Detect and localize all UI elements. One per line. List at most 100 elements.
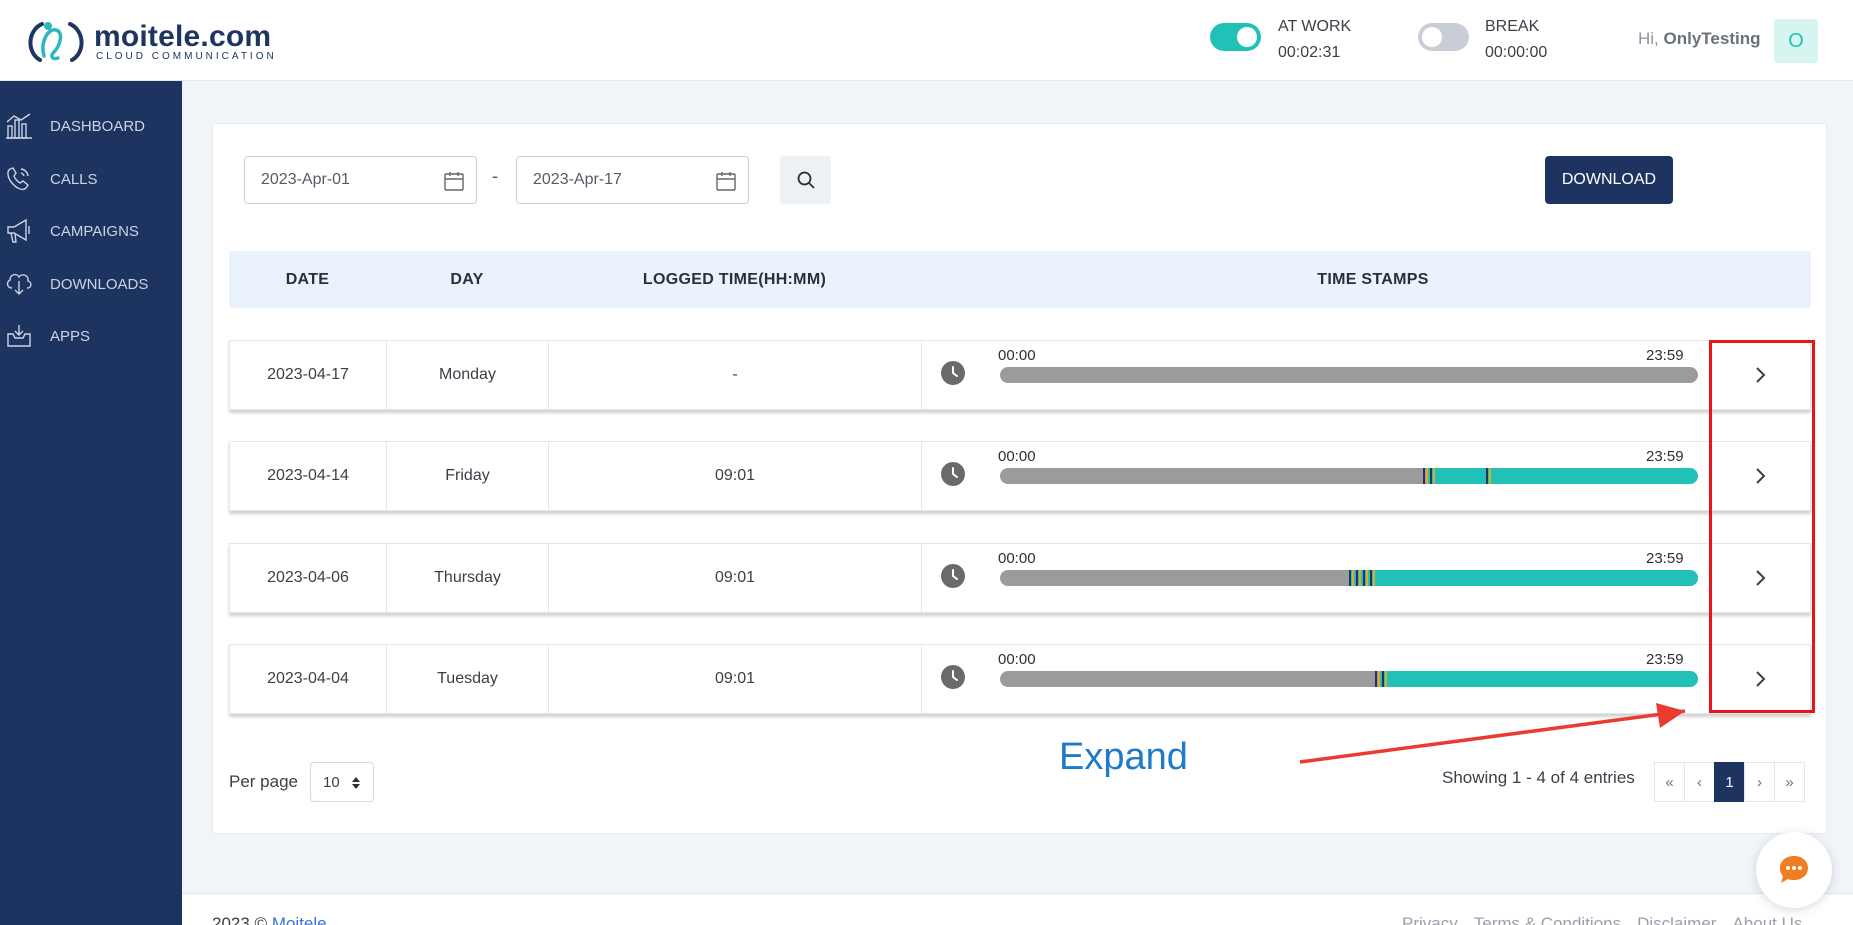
brand-logo[interactable]: moitele.com CLOUD COMMUNICATION	[22, 16, 277, 66]
timeline-marker-dark	[1369, 570, 1372, 586]
timeline-marker-dark	[1485, 468, 1488, 484]
timeline-bar[interactable]	[1000, 367, 1698, 383]
timeline-start-label: 00:00	[998, 550, 1036, 567]
timeline-work-segment	[1349, 570, 1698, 586]
sidebar: DASHBOARD CALLS CAMPAIGNS DOWNLOADS APPS	[0, 81, 182, 925]
prev-page-button[interactable]: ‹	[1684, 762, 1715, 802]
calendar-icon[interactable]	[714, 169, 738, 193]
sidebar-item-downloads[interactable]: DOWNLOADS	[0, 264, 182, 304]
footer-links: Privacy Terms & Conditions Disclaimer Ab…	[1402, 914, 1802, 925]
calendar-icon[interactable]	[442, 169, 466, 193]
timeline-marker	[1385, 671, 1388, 687]
download-button[interactable]: DOWNLOAD	[1545, 156, 1673, 204]
timeline-marker	[1425, 468, 1428, 484]
logged-time-cell: 09:01	[548, 441, 922, 511]
footer-link-disclaimer[interactable]: Disclaimer	[1637, 914, 1716, 925]
next-page-button[interactable]: ›	[1744, 762, 1775, 802]
at-work-time: 00:02:31	[1278, 44, 1341, 61]
timeline-marker	[1372, 570, 1375, 586]
timeline-start-label: 00:00	[998, 448, 1036, 465]
day-cell: Thursday	[386, 543, 549, 613]
footer: 2023 © Moitele Privacy Terms & Condition…	[182, 893, 1853, 925]
from-date-input[interactable]: 2023-Apr-01	[244, 156, 477, 204]
page-button-1[interactable]: 1	[1714, 762, 1745, 802]
sidebar-item-apps[interactable]: APPS	[0, 316, 182, 356]
avatar[interactable]: O	[1774, 19, 1818, 63]
user-greeting: Hi, OnlyTesting	[1638, 29, 1761, 49]
timeline-end-label: 23:59	[1646, 550, 1684, 567]
day-cell: Monday	[386, 340, 549, 410]
per-page-value: 10	[323, 773, 340, 791]
chat-bubble-icon	[1780, 856, 1808, 883]
copyright: 2023 © Moitele	[212, 914, 327, 925]
date-cell: 2023-04-14	[229, 441, 387, 511]
clock-icon	[941, 462, 965, 486]
clock-icon	[941, 665, 965, 689]
column-header-logged: LOGGED TIME(HH:MM)	[642, 270, 827, 288]
to-date-value: 2023-Apr-17	[533, 171, 622, 188]
timeline-marker-dark	[1375, 671, 1378, 687]
timeline-end-label: 23:59	[1646, 651, 1684, 668]
megaphone-icon	[7, 218, 30, 243]
break-toggle[interactable]	[1418, 23, 1469, 51]
user-name: OnlyTesting	[1663, 29, 1761, 48]
timeline-marker-dark	[1422, 468, 1425, 484]
day-cell: Friday	[386, 441, 549, 511]
per-page-label: Per page	[229, 772, 298, 791]
date-cell: 2023-04-17	[229, 340, 387, 410]
table-row: 2023-04-14 Friday 09:01 00:00 23:59	[229, 441, 1811, 511]
search-button[interactable]	[780, 156, 831, 204]
footer-link-about[interactable]: About Us	[1732, 914, 1802, 925]
copyright-text: 2023 ©	[212, 914, 268, 925]
company-link[interactable]: Moitele	[272, 914, 327, 925]
sidebar-item-calls[interactable]: CALLS	[0, 159, 182, 199]
footer-link-privacy[interactable]: Privacy	[1402, 914, 1458, 925]
timeline-marker-dark	[1362, 570, 1365, 586]
sidebar-item-label: CALLS	[50, 170, 98, 188]
at-work-label: AT WORK	[1278, 18, 1352, 35]
timeline-end-label: 23:59	[1646, 347, 1684, 364]
timeline-marker	[1351, 570, 1354, 586]
date-cell: 2023-04-06	[229, 543, 387, 613]
greeting-prefix: Hi,	[1638, 29, 1659, 48]
timeline-bar[interactable]	[1000, 671, 1698, 687]
pagination: « ‹ 1 › »	[1654, 762, 1805, 802]
clock-icon	[941, 361, 965, 385]
timeline-marker-dark	[1355, 570, 1358, 586]
to-date-input[interactable]: 2023-Apr-17	[516, 156, 749, 204]
sidebar-item-label: DASHBOARD	[50, 117, 146, 135]
first-page-button[interactable]: «	[1654, 762, 1685, 802]
per-page-select[interactable]: 10	[310, 762, 374, 802]
from-date-value: 2023-Apr-01	[261, 171, 350, 188]
timeline-work-segment	[1425, 468, 1698, 484]
chart-icon	[6, 113, 32, 139]
entries-summary: Showing 1 - 4 of 4 entries	[1442, 768, 1635, 787]
logo-icon	[28, 22, 84, 62]
day-cell: Tuesday	[386, 644, 549, 714]
expand-highlight-box	[1709, 340, 1815, 713]
sidebar-item-dashboard[interactable]: DASHBOARD	[0, 106, 182, 146]
last-page-button[interactable]: »	[1774, 762, 1805, 802]
date-cell: 2023-04-04	[229, 644, 387, 714]
sidebar-item-campaigns[interactable]: CAMPAIGNS	[0, 211, 182, 251]
column-header-day: DAY	[450, 270, 484, 288]
sidebar-item-label: CAMPAIGNS	[50, 222, 139, 240]
timeline-bar[interactable]	[1000, 468, 1698, 484]
timeline-end-label: 23:59	[1646, 448, 1684, 465]
inbox-icon	[7, 325, 31, 347]
search-icon	[797, 171, 815, 189]
footer-link-terms[interactable]: Terms & Conditions	[1474, 914, 1621, 925]
annotation-arrow	[1299, 703, 1686, 764]
logged-time-cell: -	[548, 340, 922, 410]
timeline-start-label: 00:00	[998, 651, 1036, 668]
timeline-marker	[1365, 570, 1368, 586]
at-work-toggle[interactable]	[1210, 23, 1261, 51]
chat-button[interactable]	[1756, 832, 1832, 908]
timeline-marker-dark	[1348, 570, 1351, 586]
date-separator: -	[492, 166, 498, 186]
cloud-download-icon	[6, 273, 32, 295]
clock-icon	[941, 564, 965, 588]
timeline-marker-dark	[1429, 468, 1432, 484]
timeline-bar[interactable]	[1000, 570, 1698, 586]
sort-arrows-icon	[352, 777, 360, 789]
